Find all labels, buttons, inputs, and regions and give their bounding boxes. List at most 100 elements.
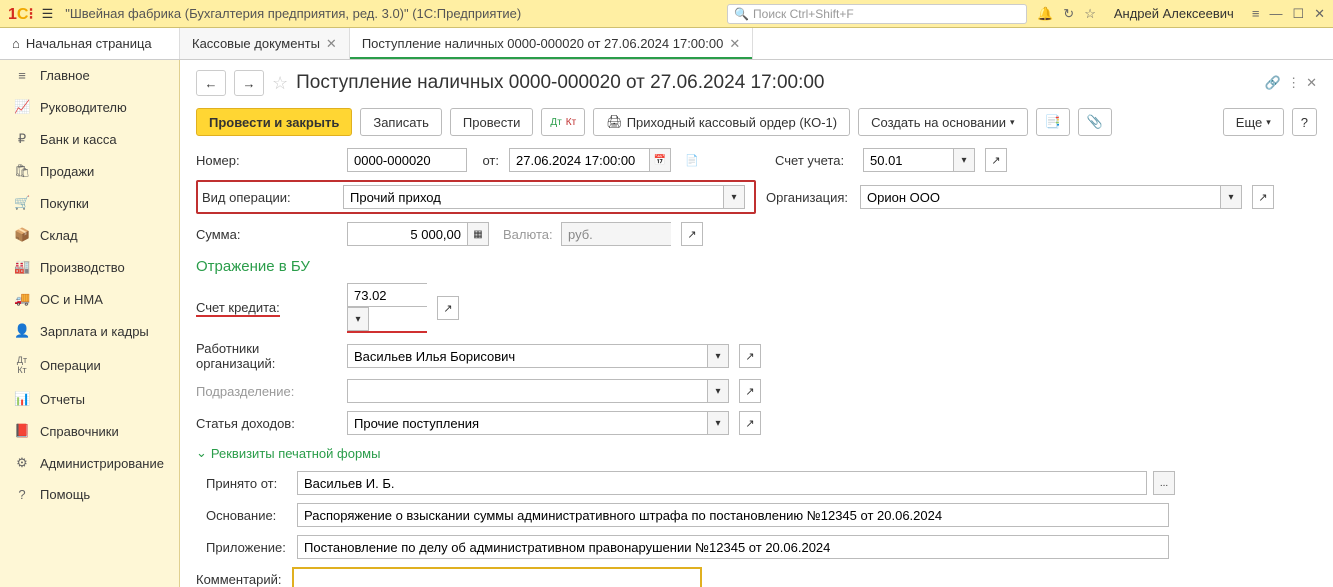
titlebar: 1C⁝ ☰ "Швейная фабрика (Бухгалтерия пред… [0, 0, 1333, 28]
sidebar-item-help[interactable]: ?Помощь [0, 479, 179, 510]
history-icon[interactable]: ↻ [1063, 6, 1074, 22]
attachment-input[interactable] [297, 535, 1169, 559]
search-input[interactable]: 🔍 Поиск Ctrl+Shift+F [727, 4, 1027, 24]
menu-icon[interactable]: ☰ [42, 6, 54, 22]
label-currency: Валюта: [503, 227, 555, 242]
calendar-icon[interactable]: 📅 [649, 148, 671, 172]
dtkt-button[interactable]: ДтКт [541, 108, 585, 136]
chevron-down-icon[interactable]: ▾ [1220, 185, 1242, 209]
tab-cash-receipt[interactable]: Поступление наличных 0000-000020 от 27.0… [350, 28, 753, 59]
income-item-input[interactable] [347, 411, 707, 435]
document-title: Поступление наличных 0000-000020 от 27.0… [296, 72, 824, 94]
home-icon: ⌂ [12, 36, 20, 51]
open-income-item-button[interactable]: ↗ [739, 411, 761, 435]
tab-cash-documents[interactable]: Кассовые документы ✕ [180, 28, 350, 59]
attach-button[interactable]: 📎 [1078, 108, 1112, 136]
print-cash-order-button[interactable]: 🖨Приходный кассовый ордер (КО-1) [593, 108, 850, 136]
create-based-on-button[interactable]: Создать на основании ▾ [858, 108, 1027, 136]
sidebar-item-bank[interactable]: ₽Банк и касса [0, 123, 179, 155]
sidebar-item-warehouse[interactable]: 📦Склад [0, 219, 179, 251]
ellipsis-button[interactable]: ... [1153, 471, 1175, 495]
logo-1c: 1C⁝ [8, 4, 34, 24]
minimize-icon[interactable]: — [1269, 6, 1282, 21]
chevron-down-icon[interactable]: ▾ [707, 344, 729, 368]
help-button[interactable]: ? [1292, 108, 1317, 136]
printer-icon: 🖨 [606, 114, 623, 130]
sidebar-item-salary[interactable]: 👤Зарплата и кадры [0, 315, 179, 347]
sidebar-item-production[interactable]: 🏭Производство [0, 251, 179, 283]
list-icon: ≡ [14, 68, 30, 83]
back-button[interactable]: ← [196, 70, 226, 96]
home-tab[interactable]: ⌂ Начальная страница [0, 28, 180, 59]
sidebar-item-admin[interactable]: ⚙Администрирование [0, 447, 179, 479]
post-and-close-button[interactable]: Провести и закрыть [196, 108, 352, 136]
chevron-down-icon[interactable]: ▾ [707, 411, 729, 435]
sidebar-item-manager[interactable]: 📈Руководителю [0, 91, 179, 123]
sidebar-item-main[interactable]: ≡Главное [0, 60, 179, 91]
close-icon[interactable]: ✕ [326, 36, 337, 52]
label-from: от: [473, 153, 499, 168]
sum-input[interactable] [347, 222, 467, 246]
chevron-down-icon: ▾ [1266, 117, 1271, 128]
posted-icon[interactable]: 📄 [681, 148, 703, 172]
chevron-down-icon[interactable]: ▾ [347, 307, 369, 331]
close-icon[interactable]: ✕ [729, 36, 740, 52]
close-window-icon[interactable]: ✕ [1314, 6, 1325, 22]
post-button[interactable]: Провести [450, 108, 534, 136]
calculator-icon[interactable]: ▦ [467, 222, 489, 246]
open-currency-button[interactable]: ↗ [681, 222, 703, 246]
more-icon[interactable]: ⋮ [1287, 75, 1300, 91]
dtkt-icon: ДтКт [14, 355, 30, 375]
basis-input[interactable] [297, 503, 1169, 527]
label-income-item: Статья доходов: [196, 416, 341, 431]
comment-input[interactable] [292, 567, 702, 587]
star-icon[interactable]: ☆ [1084, 6, 1096, 22]
open-credit-account-button[interactable]: ↗ [437, 296, 459, 320]
sidebar-item-assets[interactable]: 🚚ОС и НМА [0, 283, 179, 315]
book-icon: 📕 [14, 423, 30, 439]
label-basis: Основание: [206, 508, 291, 523]
open-dept-button[interactable]: ↗ [739, 379, 761, 403]
sidebar-item-purchases[interactable]: 🛒Покупки [0, 187, 179, 219]
open-employee-button[interactable]: ↗ [739, 344, 761, 368]
open-account-button[interactable]: ↗ [985, 148, 1007, 172]
currency-input [561, 222, 671, 246]
maximize-icon[interactable]: ☐ [1292, 6, 1304, 22]
chevron-down-icon[interactable]: ▾ [707, 379, 729, 403]
dept-input[interactable] [347, 379, 707, 403]
save-button[interactable]: Записать [360, 108, 442, 136]
label-comment: Комментарий: [196, 572, 286, 587]
account-input[interactable] [863, 148, 953, 172]
person-icon: 👤 [14, 323, 30, 339]
settings-icon[interactable]: ≡ [1252, 6, 1260, 21]
open-org-button[interactable]: ↗ [1252, 185, 1274, 209]
print-section-toggle[interactable]: ⌄ Реквизиты печатной формы [196, 445, 1317, 461]
favorite-icon[interactable]: ☆ [272, 73, 288, 94]
truck-icon: 🚚 [14, 291, 30, 307]
sidebar-item-catalogs[interactable]: 📕Справочники [0, 415, 179, 447]
employee-input[interactable] [347, 344, 707, 368]
document-form: ← → ☆ Поступление наличных 0000-000020 о… [180, 60, 1333, 587]
link-icon[interactable]: 🔗 [1265, 75, 1281, 91]
sidebar-item-sales[interactable]: 🛍Продажи [0, 155, 179, 187]
operation-type-input[interactable] [343, 185, 723, 209]
sidebar-item-operations[interactable]: ДтКтОперации [0, 347, 179, 383]
number-input[interactable] [347, 148, 467, 172]
credit-account-input[interactable] [347, 283, 427, 307]
label-op-type: Вид операции: [202, 190, 343, 205]
forward-button[interactable]: → [234, 70, 264, 96]
user-name[interactable]: Андрей Алексеевич [1114, 6, 1234, 21]
sidebar-item-reports[interactable]: 📊Отчеты [0, 383, 179, 415]
chevron-down-icon[interactable]: ▾ [953, 148, 975, 172]
label-credit-account: Счет кредита: [196, 300, 341, 317]
date-input[interactable] [509, 148, 649, 172]
org-input[interactable] [860, 185, 1220, 209]
related-button[interactable]: 📑 [1036, 108, 1070, 136]
more-button[interactable]: Еще ▾ [1223, 108, 1284, 136]
chevron-down-icon[interactable]: ▾ [723, 185, 745, 209]
bell-icon[interactable]: 🔔 [1037, 6, 1053, 22]
close-doc-icon[interactable]: ✕ [1306, 75, 1317, 91]
received-from-input[interactable] [297, 471, 1147, 495]
section-bu-title: Отражение в БУ [196, 258, 1317, 275]
chevron-down-icon: ▾ [1010, 117, 1015, 128]
